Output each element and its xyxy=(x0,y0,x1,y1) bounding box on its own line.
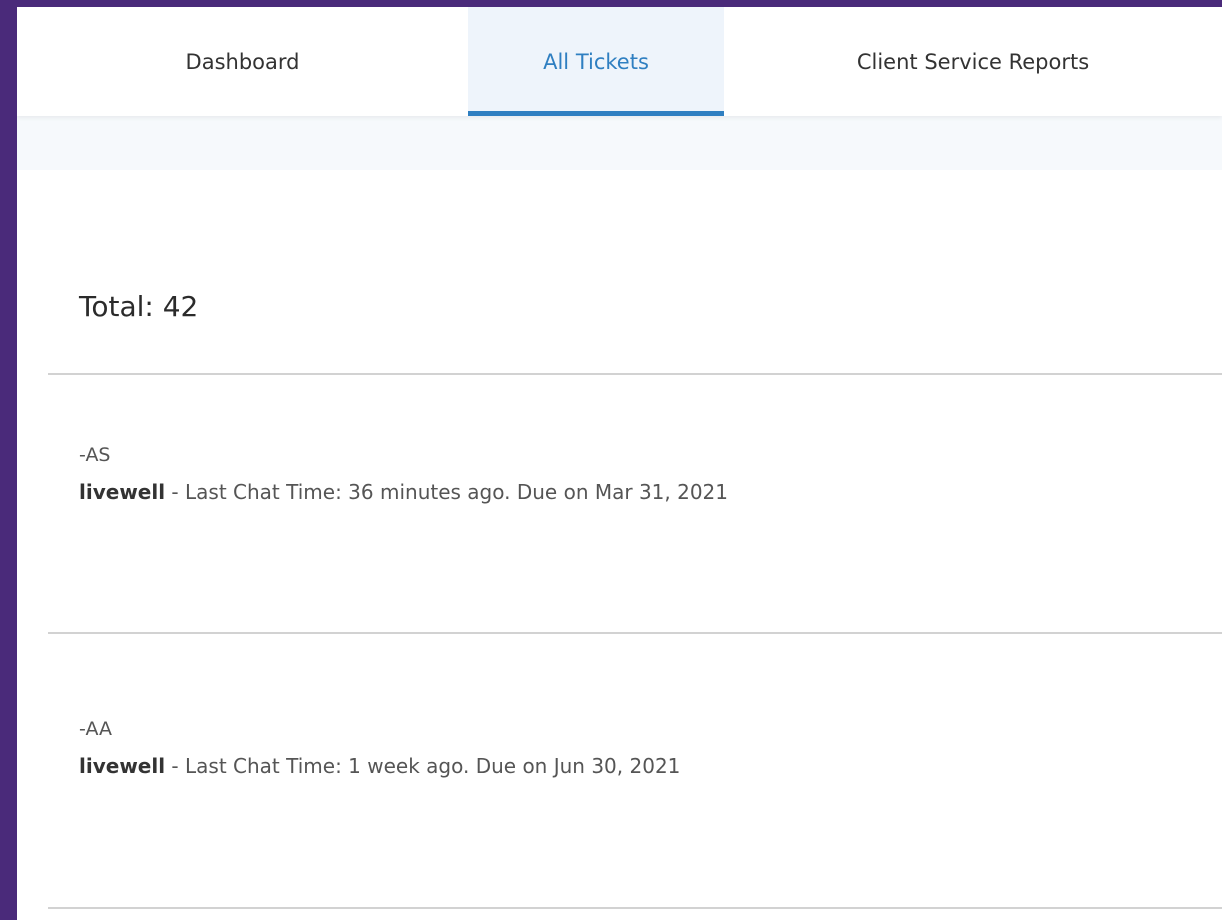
ticket-item[interactable]: -AS livewell - Last Chat Time: 36 minute… xyxy=(79,444,1179,504)
ticket-details: Last Chat Time: 36 minutes ago. Due on M… xyxy=(185,480,729,504)
ticket-separator: - xyxy=(165,754,186,778)
ticket-separator: - xyxy=(165,480,186,504)
tab-dashboard-label: Dashboard xyxy=(185,49,300,74)
tab-client-service-reports-label: Client Service Reports xyxy=(856,49,1090,74)
ticket-total: Total: 42 xyxy=(79,290,199,323)
tab-all-tickets[interactable]: All Tickets xyxy=(468,7,724,116)
ticket-client: livewell xyxy=(79,754,166,778)
app-panel: Dashboard All Tickets Client Service Rep… xyxy=(17,7,1222,920)
tab-bar: Dashboard All Tickets Client Service Rep… xyxy=(17,7,1222,116)
tab-client-service-reports[interactable]: Client Service Reports xyxy=(724,7,1222,116)
list-divider xyxy=(48,632,1222,634)
ticket-code: -AA xyxy=(79,718,112,740)
ticket-summary-line: livewell - Last Chat Time: 36 minutes ag… xyxy=(79,480,1179,504)
ticket-client: livewell xyxy=(79,480,166,504)
tab-dashboard[interactable]: Dashboard xyxy=(17,7,468,116)
toolbar-band xyxy=(17,116,1222,170)
list-divider xyxy=(48,373,1222,375)
ticket-code: -AS xyxy=(79,444,111,466)
tab-all-tickets-label: All Tickets xyxy=(543,49,649,74)
ticket-item[interactable]: -AA livewell - Last Chat Time: 1 week ag… xyxy=(79,718,1179,778)
ticket-summary-line: livewell - Last Chat Time: 1 week ago. D… xyxy=(79,754,1179,778)
ticket-details: Last Chat Time: 1 week ago. Due on Jun 3… xyxy=(185,754,681,778)
list-divider xyxy=(48,907,1222,909)
